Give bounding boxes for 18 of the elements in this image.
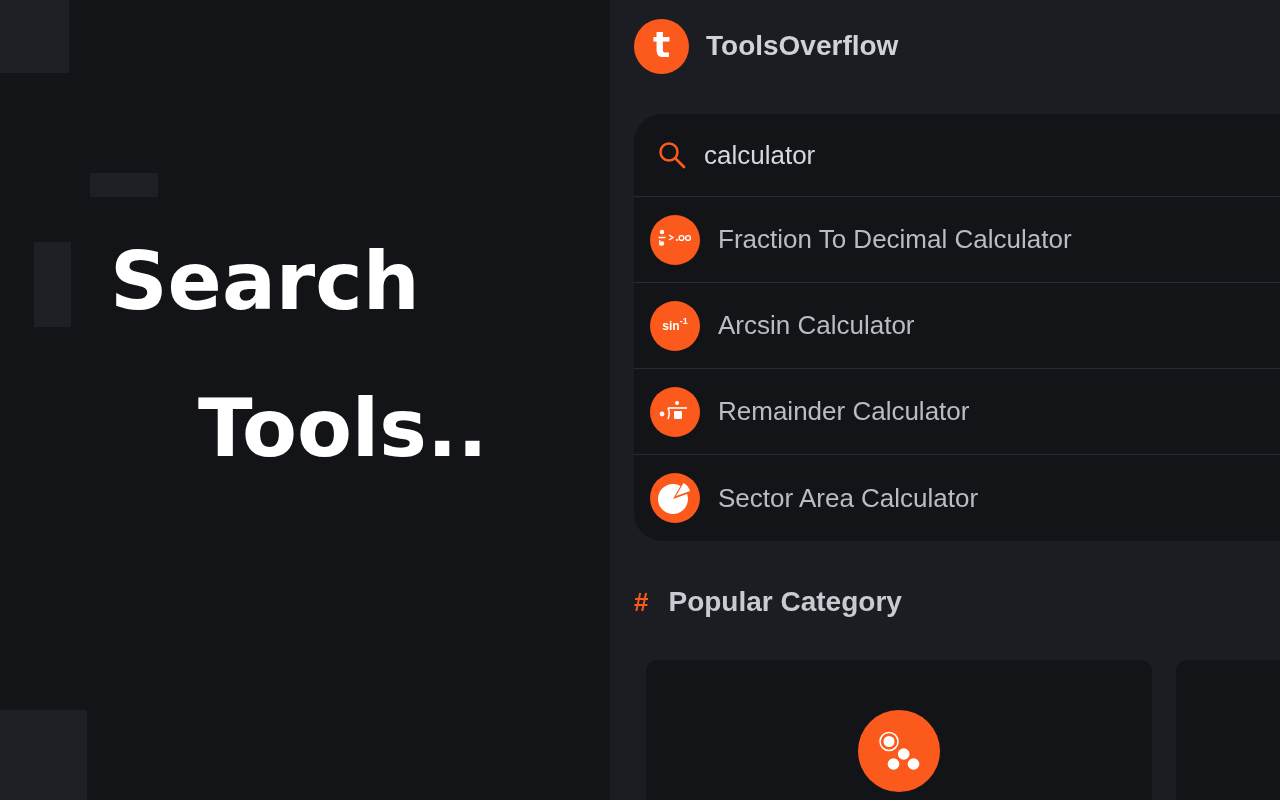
fraction-icon <box>650 214 700 265</box>
hash-marker: # <box>634 585 649 619</box>
search-result-item[interactable]: sin$^{-1}$ Arcsin Calculator <box>634 283 1280 369</box>
dots-cluster-icon <box>858 710 940 792</box>
section-heading: Popular Category <box>668 585 902 619</box>
arcsin-symbol: sin$^{-1}$ <box>650 300 700 351</box>
pie-slice-icon <box>650 473 700 523</box>
app-title: ToolsOverflow <box>706 29 899 63</box>
category-card[interactable] <box>646 660 1152 800</box>
long-division-icon <box>650 386 700 437</box>
search-result-item[interactable]: Fraction To Decimal Calculator <box>634 197 1280 283</box>
search-result-item[interactable]: Remainder Calculator <box>634 369 1280 455</box>
headline-text: Search <box>110 235 420 328</box>
search-result-item[interactable]: Sector Area Calculator <box>634 455 1280 541</box>
search-icon <box>658 141 686 169</box>
brand-logo: t <box>634 18 689 74</box>
headline-text: Tools.. <box>198 382 488 475</box>
search-field[interactable]: calculator <box>704 135 1104 175</box>
